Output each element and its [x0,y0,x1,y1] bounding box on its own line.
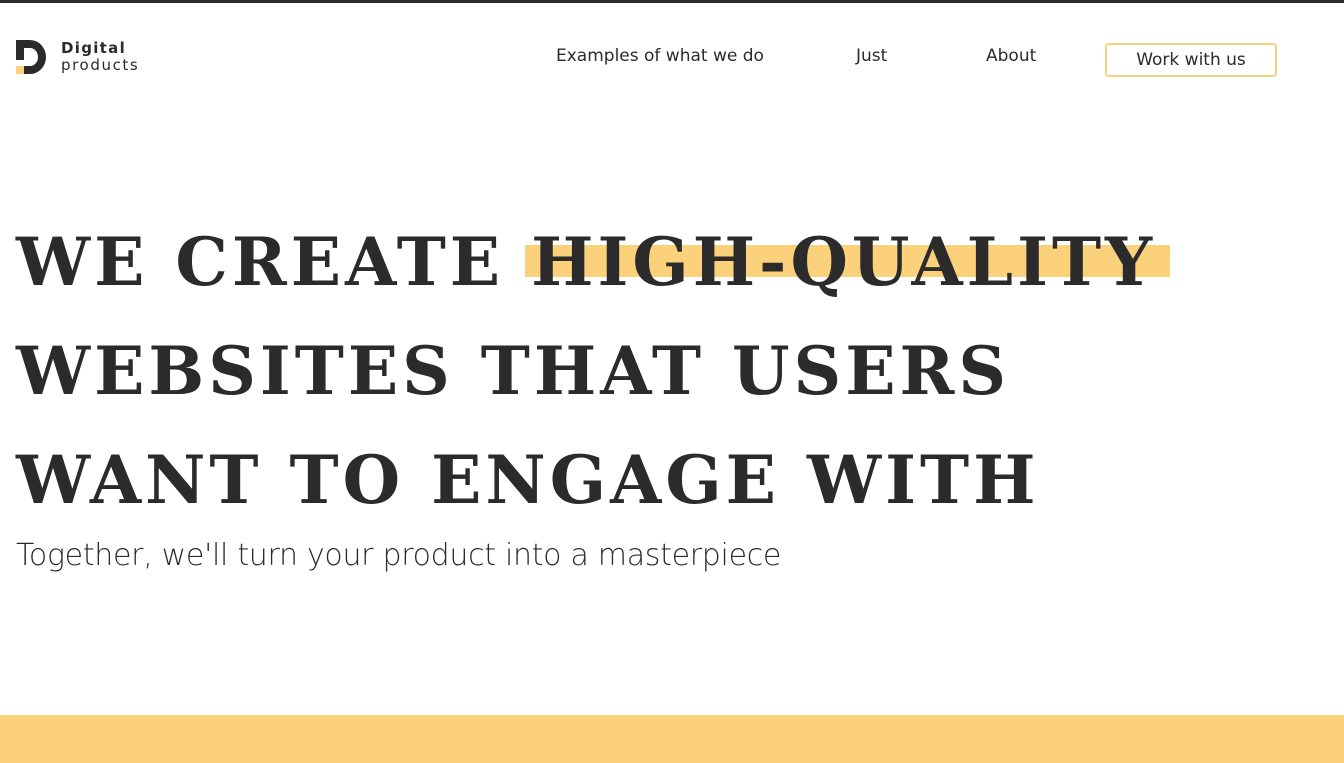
logo-wordmark: Digital products [61,40,139,74]
logo-icon [16,40,48,74]
work-with-us-button[interactable]: Work with us [1105,43,1277,77]
logo-line-1: Digital [61,39,127,57]
nav-link-about[interactable]: About [986,46,1036,66]
top-border [0,0,1344,3]
headline-line-3: want to engage with [16,441,1040,519]
nav-link-just[interactable]: Just [856,46,887,66]
headline-line-2: websites that users [16,332,1011,410]
nav-link-examples[interactable]: Examples of what we do [556,46,764,66]
headline-prefix: We create [16,223,532,301]
logo-link[interactable]: Digital products [16,40,139,74]
headline-line-1: We create high-quality [16,208,1336,317]
logo-line-2: products [61,56,140,74]
hero-subtitle: Together, we'll turn your product into a… [16,538,782,573]
hero-headline: We create high-quality websites that use… [16,208,1336,535]
headline-highlight: high-quality [531,223,1157,301]
yellow-footer-band [0,715,1344,763]
